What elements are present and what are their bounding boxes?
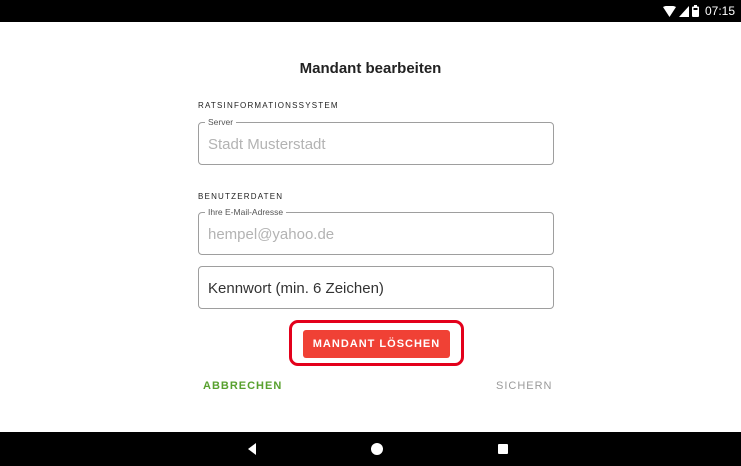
recent-apps-icon[interactable] [496,442,510,456]
save-button[interactable]: SICHERN [496,380,553,392]
signal-icon [678,5,689,17]
password-field[interactable]: Kennwort (min. 6 Zeichen) [198,266,554,309]
status-bar: 07:15 [0,0,741,22]
cancel-button[interactable]: ABBRECHEN [203,380,282,392]
password-field-placeholder: Kennwort (min. 6 Zeichen) [208,280,384,297]
status-icons: 07:15 [662,3,735,19]
email-field[interactable]: Ihre E-Mail-Adresse hempel@yahoo.de [198,207,554,255]
back-icon[interactable] [245,442,259,456]
home-icon[interactable] [370,442,384,456]
section-label-ris: RATSINFORMATIONSSYSTEM [198,101,339,110]
server-field-value: Stadt Musterstadt [208,136,326,153]
wifi-icon [662,5,676,17]
navigation-bar [0,432,741,466]
delete-client-button[interactable]: MANDANT LÖSCHEN [303,330,450,358]
status-time: 07:15 [704,4,735,18]
section-label-user: BENUTZERDATEN [198,192,284,201]
email-field-value: hempel@yahoo.de [208,226,335,243]
server-field[interactable]: Server Stadt Musterstadt [198,117,554,165]
dialog-title: Mandant bearbeiten [299,60,442,77]
server-field-label: Server [205,117,237,128]
email-field-label: Ihre E-Mail-Adresse [205,207,287,218]
battery-icon [691,5,699,17]
